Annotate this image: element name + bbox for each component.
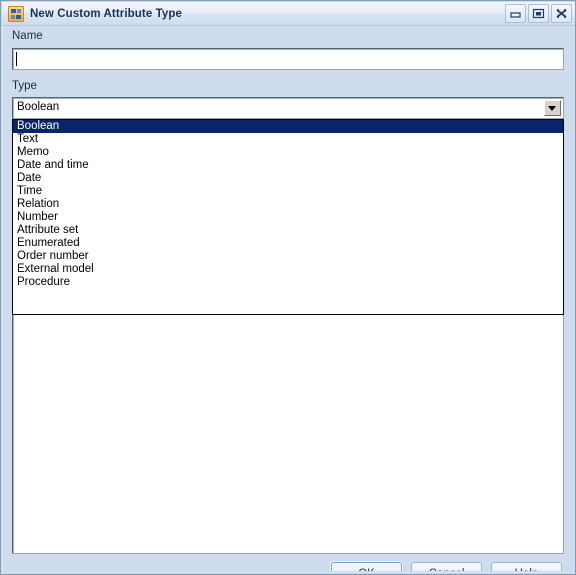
type-option[interactable]: Boolean xyxy=(13,120,563,133)
dialog-client-area: Name Type Boolean Boolean Text Memo Date an… xyxy=(2,26,575,574)
attribute-type-icon xyxy=(8,5,24,22)
name-input[interactable] xyxy=(12,48,564,70)
dialog-window: New Custom Attribute Type Name Type Bool… xyxy=(0,0,576,575)
type-option[interactable]: Attribute set xyxy=(13,224,563,237)
type-option[interactable]: Date xyxy=(13,172,563,185)
type-option[interactable]: Enumerated xyxy=(13,237,563,250)
close-button[interactable] xyxy=(551,4,572,23)
bottom-edge-gradient xyxy=(1,571,575,574)
type-option[interactable]: Relation xyxy=(13,198,563,211)
chevron-down-icon[interactable] xyxy=(544,100,561,116)
minimize-button[interactable] xyxy=(505,4,526,23)
text-caret xyxy=(16,52,17,66)
maximize-button[interactable] xyxy=(528,4,549,23)
dialog-button-row: OK Cancel Help xyxy=(2,530,575,574)
window-controls xyxy=(505,4,572,23)
type-combobox[interactable]: Boolean xyxy=(12,97,564,119)
type-option[interactable]: Order number xyxy=(13,250,563,263)
type-option[interactable]: External model xyxy=(13,263,563,276)
type-dropdown-list[interactable]: Boolean Text Memo Date and time Date Time Rela… xyxy=(12,119,564,315)
type-option[interactable]: Number xyxy=(13,211,563,224)
window-title: New Custom Attribute Type xyxy=(30,7,183,20)
name-label: Name xyxy=(12,30,43,42)
type-option[interactable]: Procedure xyxy=(13,276,563,289)
type-option[interactable]: Date and time xyxy=(13,159,563,172)
type-label: Type xyxy=(12,80,37,92)
type-option[interactable]: Memo xyxy=(13,146,563,159)
type-option[interactable]: Time xyxy=(13,185,563,198)
type-option[interactable]: Text xyxy=(13,133,563,146)
title-bar[interactable]: New Custom Attribute Type xyxy=(2,2,575,26)
left-edge-gradient xyxy=(1,26,4,574)
type-combobox-value: Boolean xyxy=(17,101,60,113)
